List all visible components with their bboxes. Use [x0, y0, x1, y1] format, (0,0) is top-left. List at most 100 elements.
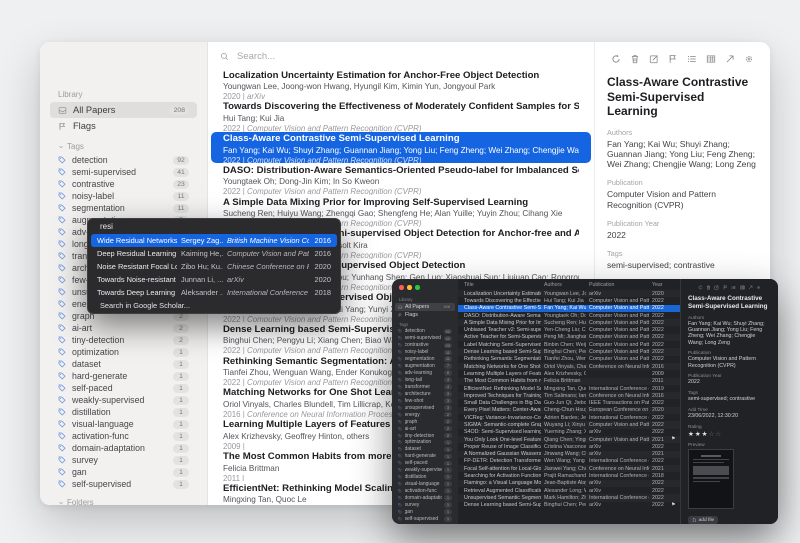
table-row[interactable]: Unsupervised Semantic Segmentation by Di…	[458, 494, 680, 501]
table-row[interactable]: Dense Learning based Semi-Supervised Obj…	[458, 348, 680, 355]
search-input[interactable]	[235, 50, 539, 63]
sidebar-tag-item[interactable]: noisy-label 11	[50, 190, 197, 202]
minimize-button[interactable]	[407, 285, 412, 290]
list-view-icon[interactable]	[731, 285, 736, 290]
table-row[interactable]: Active Teacher for Semi-Supervised Objec…	[458, 334, 680, 341]
table-row[interactable]: FP-DETR: Detection Transformer Advanced …	[458, 458, 680, 465]
gear-icon[interactable]	[756, 285, 761, 290]
sidebar-tag-item[interactable]: domain-adaptation 1	[50, 442, 197, 454]
table-row[interactable]: Learning Multiple Layers of Features fro…	[458, 370, 680, 377]
refresh-icon[interactable]	[698, 285, 703, 290]
table-row[interactable]: Searching for Activation Functions. Praj…	[458, 472, 680, 479]
sidebar-tag-item[interactable]: graph 2	[395, 418, 455, 425]
table-row[interactable]: Localization Uncertainty Estimation for …	[458, 290, 680, 297]
share-icon[interactable]	[725, 54, 735, 64]
sidebar-item-flags[interactable]: Flags	[395, 311, 455, 319]
sidebar-tag-item[interactable]: unsupervised 3	[395, 404, 455, 411]
table-row[interactable]: A Simple Data Mixing Prior for Improving…	[458, 319, 680, 326]
table-row[interactable]: Dense Learning based Semi-Supervised Obj…	[458, 502, 680, 509]
sidebar-tag-item[interactable]: gan 1	[395, 508, 455, 515]
attachment-chip[interactable]: add file	[688, 516, 718, 524]
sidebar-tag-item[interactable]: optimization 1	[395, 439, 455, 446]
table-header[interactable]: Title Authors Publication Year	[458, 279, 680, 290]
sidebar-tag-item[interactable]: tiny-detection 2	[50, 334, 197, 346]
sidebar-tag-item[interactable]: self-supervised 1	[395, 515, 455, 522]
sidebar-tags-label[interactable]: Tags	[399, 322, 455, 327]
table-row[interactable]: Unbiased Teacher v2: Semi-supervised Obj…	[458, 326, 680, 333]
table-row[interactable]: Flamingo: a Visual Language Model for Fe…	[458, 480, 680, 487]
sidebar-tag-item[interactable]: gan 1	[50, 466, 197, 478]
sidebar-tag-item[interactable]: ai-art 2	[395, 425, 455, 432]
table-row[interactable]: Rethinking Semantic Segmentation: A Prot…	[458, 356, 680, 363]
table-row[interactable]: Every Pixel Matters: Center-Aware Featur…	[458, 407, 680, 414]
popup-result-row[interactable]: Wide Residual Networks. Sergey Zag... Br…	[91, 234, 337, 247]
edit-icon[interactable]	[649, 54, 659, 64]
table-row[interactable]: Retrieval Augmented Classification for L…	[458, 487, 680, 494]
popup-result-row[interactable]: Noise Resistant Focal Loss for Object D.…	[91, 260, 337, 273]
sidebar-tag-item[interactable]: ai-art 2	[50, 322, 197, 334]
flag-icon[interactable]	[668, 54, 678, 64]
table-row[interactable]: Matching Networks for One Shot Learning.…	[458, 363, 680, 370]
sidebar-tag-item[interactable]: distillation 1	[395, 474, 455, 481]
sidebar-tags-label[interactable]: Tags	[58, 142, 197, 151]
sidebar-tag-item[interactable]: survey 1	[50, 454, 197, 466]
sidebar-tag-item[interactable]: architecture 3	[395, 390, 455, 397]
table-row[interactable]: Class-Aware Contrastive Semi-Supervised …	[458, 305, 680, 312]
table-row[interactable]: VICReg: Variance-Invariance-Covariance R…	[458, 414, 680, 421]
sidebar-tag-item[interactable]: energy 2	[395, 411, 455, 418]
sidebar-tag-item[interactable]: detection 92	[50, 154, 197, 166]
sidebar-tag-item[interactable]: survey 1	[395, 501, 455, 508]
table-row[interactable]: SIGMA: Semantic-complete Graph Matching …	[458, 421, 680, 428]
table-view-icon[interactable]	[740, 285, 745, 290]
refresh-icon[interactable]	[611, 54, 621, 64]
table-row[interactable]: DASO: Distribution-Aware Semantics-Orien…	[458, 312, 680, 319]
zoom-button[interactable]	[415, 285, 420, 290]
table-row[interactable]: Small Data Challenges in Big Data Era: A…	[458, 399, 680, 406]
search-bar[interactable]	[220, 48, 594, 64]
sidebar-tag-item[interactable]: self-supervised 1	[50, 478, 197, 490]
table-row[interactable]: EfficientNet: Rethinking Model Scaling f…	[458, 385, 680, 392]
sidebar-tag-item[interactable]: weakly-supervised 1	[395, 467, 455, 474]
trash-icon[interactable]	[630, 54, 640, 64]
list-view-icon[interactable]	[687, 54, 697, 64]
rating-stars[interactable]: ★★★☆☆	[688, 430, 771, 438]
paper-row[interactable]: DASO: Distribution-Aware Semantics-Orien…	[211, 163, 591, 195]
sidebar-tag-item[interactable]: visual-language 1	[50, 418, 197, 430]
table-row[interactable]: The Most Common Habits from more than 20…	[458, 378, 680, 385]
sidebar-tag-item[interactable]: dataset 1	[395, 446, 455, 453]
table-row[interactable]: A Normalized Gaussian Wasserstein Distan…	[458, 451, 680, 458]
sidebar-item-all-papers[interactable]: All Papers 208	[395, 303, 455, 311]
table-row[interactable]: Focal Self-attention for Local-Global In…	[458, 465, 680, 472]
table-row[interactable]: You Only Look One-level Feature Qiang Ch…	[458, 436, 680, 443]
sidebar-tag-item[interactable]: noisy-label 11	[395, 349, 455, 356]
sidebar-tag-item[interactable]: hard-generate 1	[395, 453, 455, 460]
gear-icon[interactable]	[744, 54, 754, 64]
sidebar-tag-item[interactable]: long-tail 4	[395, 377, 455, 384]
sidebar-tag-item[interactable]: weakly-supervised 1	[50, 394, 197, 406]
sidebar-tag-item[interactable]: detection 92	[395, 328, 455, 335]
table-row[interactable]: Improved Techniques for Training GANs Ti…	[458, 392, 680, 399]
sidebar-tag-item[interactable]: self-paced 1	[395, 460, 455, 467]
table-row[interactable]: Towards Discovering the Effectiveness of…	[458, 297, 680, 304]
preview-thumbnail[interactable]	[688, 449, 734, 509]
sidebar-folders-label[interactable]: Folders	[58, 498, 197, 505]
sidebar-tag-item[interactable]: optimization 1	[50, 346, 197, 358]
sidebar-tag-item[interactable]: domain-adaptation 1	[395, 495, 455, 502]
share-icon[interactable]	[748, 285, 753, 290]
sidebar-item-flags[interactable]: Flags	[50, 118, 197, 134]
sidebar-tag-item[interactable]: semi-supervised 41	[50, 166, 197, 178]
table-view-icon[interactable]	[706, 54, 716, 64]
flag-icon[interactable]	[723, 285, 728, 290]
sidebar-tag-item[interactable]: distillation 1	[50, 406, 197, 418]
sidebar-tag-item[interactable]: segmentation 11	[395, 356, 455, 363]
sidebar-tag-item[interactable]: tiny-detection 2	[395, 432, 455, 439]
dark-window-controls[interactable]	[399, 285, 420, 290]
popup-result-row[interactable]: Deep Residual Learning for Image Reco...…	[91, 247, 337, 260]
trash-icon[interactable]	[706, 285, 711, 290]
table-row[interactable]: S4OD: Semi-Supervised learning for Singl…	[458, 429, 680, 436]
paper-row[interactable]: Localization Uncertainty Estimation for …	[211, 68, 591, 100]
sidebar-tag-item[interactable]: dataset 1	[50, 358, 197, 370]
sidebar-tag-item[interactable]: segmentation 11	[50, 202, 197, 214]
popup-result-row[interactable]: Towards Deep Learning Models Resista... …	[91, 286, 337, 299]
sidebar-tag-item[interactable]: adv-learning 6	[395, 370, 455, 377]
